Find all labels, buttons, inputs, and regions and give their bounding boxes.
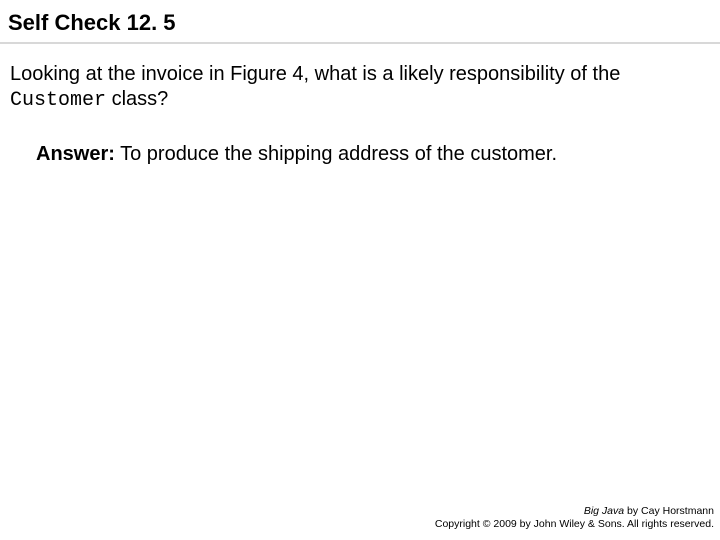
answer-label: Answer: [36,143,115,165]
footer-author: by Cay Horstmann [624,505,714,517]
question-part1: Looking at the invoice in Figure 4, what… [10,63,620,85]
body-area: Looking at the invoice in Figure 4, what… [0,44,720,167]
answer-block: Answer: To produce the shipping address … [10,141,708,167]
footer-book-title: Big Java [584,505,624,517]
question-part2: class? [106,88,168,110]
slide-title: Self Check 12. 5 [8,10,712,36]
title-area: Self Check 12. 5 [0,0,720,44]
footer-copyright: Copyright © 2009 by John Wiley & Sons. A… [435,518,714,532]
footer-line1: Big Java by Cay Horstmann [435,505,714,519]
answer-text: To produce the shipping address of the c… [115,143,557,165]
slide-container: Self Check 12. 5 Looking at the invoice … [0,0,720,540]
question-code: Customer [10,89,106,112]
footer: Big Java by Cay Horstmann Copyright © 20… [435,505,714,532]
question-text: Looking at the invoice in Figure 4, what… [10,62,708,113]
